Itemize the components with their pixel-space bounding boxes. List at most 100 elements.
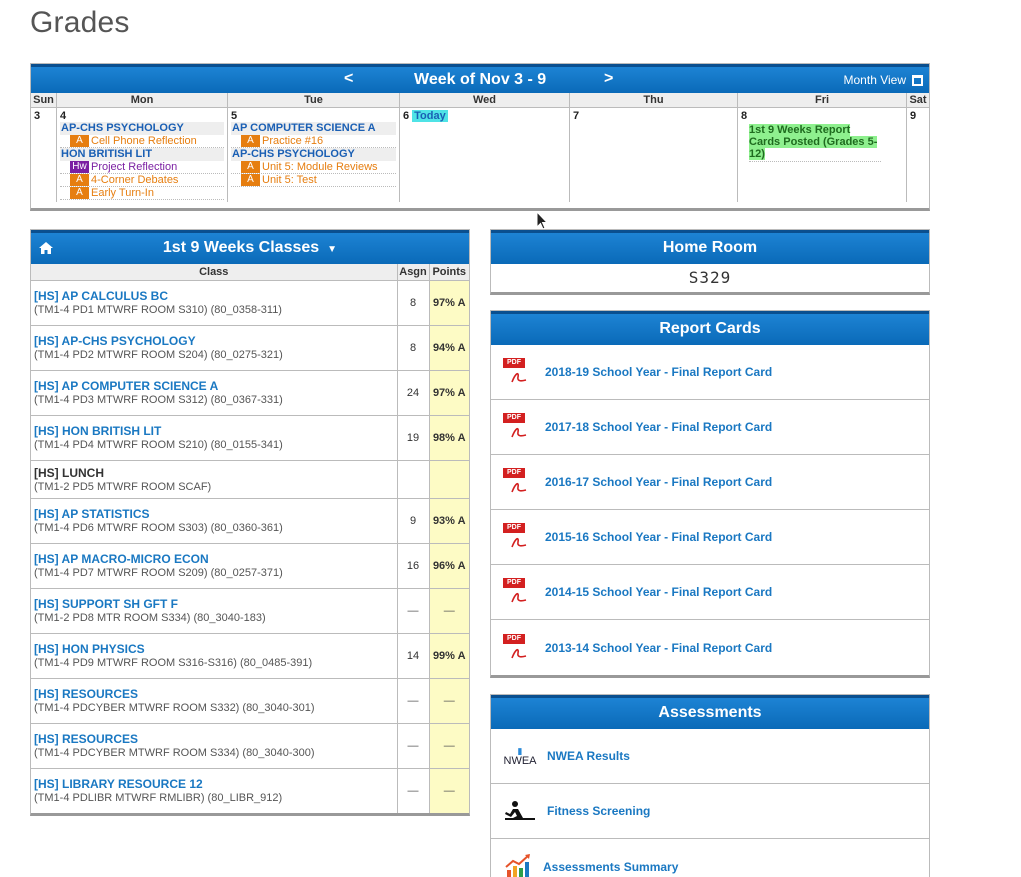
- assignment-count: 24: [397, 370, 430, 416]
- table-row: [HS] RESOURCES (TM1-4 PDCYBER MTWRF ROOM …: [31, 678, 469, 724]
- calendar-assignment[interactable]: Hw Project Reflection: [60, 161, 224, 174]
- class-name-link[interactable]: [HS] AP-CHS PSYCHOLOGY: [34, 334, 394, 348]
- assessment-row[interactable]: Fitness Screening: [491, 784, 929, 839]
- bar-chart-icon: [505, 853, 530, 877]
- assignment-badge: A: [70, 174, 89, 186]
- assignment-title: Early Turn-In: [91, 186, 154, 199]
- homeroom-header: Home Room: [491, 230, 929, 264]
- day-name: Wed: [400, 93, 569, 108]
- calendar-class-label[interactable]: AP-CHS PSYCHOLOGY: [231, 148, 396, 161]
- class-detail: (TM1-4 PD2 MTWRF ROOM S204) (80_0275-321…: [34, 349, 283, 361]
- assignment-count-value: 16: [406, 559, 420, 572]
- calendar-assignment[interactable]: A Unit 5: Module Reviews: [231, 161, 396, 174]
- homeroom-panel: Home Room S329: [490, 229, 930, 295]
- report-card-row[interactable]: PDF 2013-14 School Year - Final Report Ca…: [491, 620, 929, 675]
- assessment-row[interactable]: Assessments Summary: [491, 839, 929, 877]
- class-name-link[interactable]: [HS] SUPPORT SH GFT F: [34, 597, 394, 611]
- calendar-day-sun: Sun 3: [31, 93, 57, 202]
- points-cell: —: [429, 588, 469, 634]
- class-name-link[interactable]: [HS] AP CALCULUS BC: [34, 289, 394, 303]
- assessments-summary-link[interactable]: Assessments Summary: [543, 860, 678, 874]
- report-card-link[interactable]: 2017-18 School Year - Final Report Card: [545, 420, 772, 434]
- class-name-link[interactable]: [HS] LIBRARY RESOURCE 12: [34, 777, 394, 791]
- assignment-count: —: [397, 723, 430, 769]
- calendar-event[interactable]: 1st 9 Weeks Report Cards Posted (Grades …: [749, 124, 881, 162]
- class-name-link[interactable]: [HS] RESOURCES: [34, 687, 394, 701]
- assignment-count: 8: [397, 280, 430, 326]
- assignment-title: Unit 5: Module Reviews: [262, 160, 378, 173]
- calendar-day-tue: Tue 5 AP COMPUTER SCIENCE A A Practice #…: [228, 93, 400, 202]
- nwea-results-link[interactable]: NWEA Results: [547, 749, 630, 763]
- home-icon[interactable]: [39, 242, 53, 254]
- calendar-prev-button[interactable]: <: [344, 70, 353, 88]
- points-cell: 99% A: [429, 633, 469, 679]
- class-name-link[interactable]: [HS] HON BRITISH LIT: [34, 424, 394, 438]
- class-cell: [HS] RESOURCES (TM1-4 PDCYBER MTWRF ROOM …: [31, 678, 398, 724]
- assessment-row[interactable]: ▮ NWEA NWEA Results: [491, 729, 929, 784]
- report-card-link[interactable]: 2014-15 School Year - Final Report Card: [545, 585, 772, 599]
- classes-title[interactable]: 1st 9 Weeks Classes: [163, 239, 319, 256]
- dropdown-caret-icon[interactable]: ▼: [327, 244, 337, 255]
- class-name-link[interactable]: [HS] RESOURCES: [34, 732, 394, 746]
- day-number: 3: [34, 110, 41, 122]
- report-card-row[interactable]: PDF 2014-15 School Year - Final Report Ca…: [491, 565, 929, 620]
- classes-panel: 1st 9 Weeks Classes ▼ Class Asgn Points […: [30, 229, 470, 816]
- points-cell: —: [429, 768, 469, 813]
- pdf-icon: PDF: [503, 413, 535, 441]
- day-number: 7: [573, 110, 580, 122]
- class-name-link[interactable]: [HS] AP COMPUTER SCIENCE A: [34, 379, 394, 393]
- calendar-class-label[interactable]: AP COMPUTER SCIENCE A: [231, 122, 396, 135]
- class-name-link: [HS] LUNCH: [34, 465, 104, 480]
- report-card-row[interactable]: PDF 2017-18 School Year - Final Report Ca…: [491, 400, 929, 455]
- class-detail: (TM1-2 PD5 MTWRF ROOM SCAF): [34, 480, 212, 493]
- assignment-title: 4-Corner Debates: [91, 173, 179, 186]
- grade-link[interactable]: 96% A: [433, 560, 466, 572]
- class-detail: (TM1-4 PD4 MTWRF ROOM S210) (80_0155-341…: [34, 439, 283, 451]
- calendar-assignment[interactable]: A Practice #16: [231, 135, 396, 148]
- grade-link[interactable]: 97% A: [433, 297, 466, 309]
- mouse-cursor-icon: [536, 211, 548, 230]
- calendar-day-sat: Sat 9: [907, 93, 929, 202]
- report-cards-header: Report Cards: [491, 311, 929, 345]
- points-cell: 98% A: [429, 415, 469, 461]
- report-card-link[interactable]: 2016-17 School Year - Final Report Card: [545, 475, 772, 489]
- report-card-link[interactable]: 2015-16 School Year - Final Report Card: [545, 530, 772, 544]
- class-name-link[interactable]: [HS] AP STATISTICS: [34, 507, 394, 521]
- assignment-count: 19: [397, 415, 430, 461]
- grade-link[interactable]: 97% A: [433, 387, 466, 399]
- class-cell: [HS] LIBRARY RESOURCE 12 (TM1-4 PDLIBR MT…: [31, 768, 398, 813]
- page-title: Grades: [30, 6, 130, 39]
- calendar-class-label[interactable]: HON BRITISH LIT: [60, 148, 224, 161]
- class-detail: (TM1-4 PD7 MTWRF ROOM S209) (80_0257-371…: [34, 567, 283, 579]
- assignment-badge: A: [241, 174, 260, 186]
- month-view-button[interactable]: Month View: [844, 73, 923, 87]
- grade-link[interactable]: 93% A: [433, 515, 466, 527]
- class-cell: [HS] HON BRITISH LIT (TM1-4 PD4 MTWRF ROO…: [31, 415, 398, 461]
- class-name-link[interactable]: [HS] HON PHYSICS: [34, 642, 394, 656]
- points-cell: —: [429, 723, 469, 769]
- class-name-link[interactable]: [HS] AP MACRO-MICRO ECON: [34, 552, 394, 566]
- calendar-assignment[interactable]: A Cell Phone Reflection: [60, 135, 224, 148]
- calendar-assignment[interactable]: A Early Turn-In: [60, 187, 224, 200]
- grade-link[interactable]: 98% A: [433, 432, 466, 444]
- grade-link[interactable]: 99% A: [433, 650, 466, 662]
- calendar-assignment[interactable]: A Unit 5: Test: [231, 174, 396, 187]
- report-card-row[interactable]: PDF 2016-17 School Year - Final Report Ca…: [491, 455, 929, 510]
- calendar-next-button[interactable]: >: [604, 70, 613, 88]
- report-card-row[interactable]: PDF 2018-19 School Year - Final Report Ca…: [491, 345, 929, 400]
- assignment-count-value: —: [407, 694, 419, 707]
- fitness-screening-link[interactable]: Fitness Screening: [547, 804, 650, 818]
- grade-link[interactable]: 94% A: [433, 342, 466, 354]
- report-card-link[interactable]: 2018-19 School Year - Final Report Card: [545, 365, 772, 379]
- fitness-icon: [505, 801, 535, 820]
- calendar-assignment[interactable]: A 4-Corner Debates: [60, 174, 224, 187]
- calendar-day-mon: Mon 4 AP-CHS PSYCHOLOGY A Cell Phone Ref…: [57, 93, 228, 202]
- assignment-count: —: [397, 768, 430, 813]
- assessments-panel: Assessments ▮ NWEA NWEA Results Fitness S…: [490, 694, 930, 877]
- day-number: 6: [403, 110, 410, 122]
- class-detail: (TM1-4 PD9 MTWRF ROOM S316-S316) (80_048…: [34, 657, 313, 669]
- pdf-icon: PDF: [503, 578, 535, 606]
- report-card-row[interactable]: PDF 2015-16 School Year - Final Report Ca…: [491, 510, 929, 565]
- calendar-class-label[interactable]: AP-CHS PSYCHOLOGY: [60, 122, 224, 135]
- report-card-link[interactable]: 2013-14 School Year - Final Report Card: [545, 641, 772, 655]
